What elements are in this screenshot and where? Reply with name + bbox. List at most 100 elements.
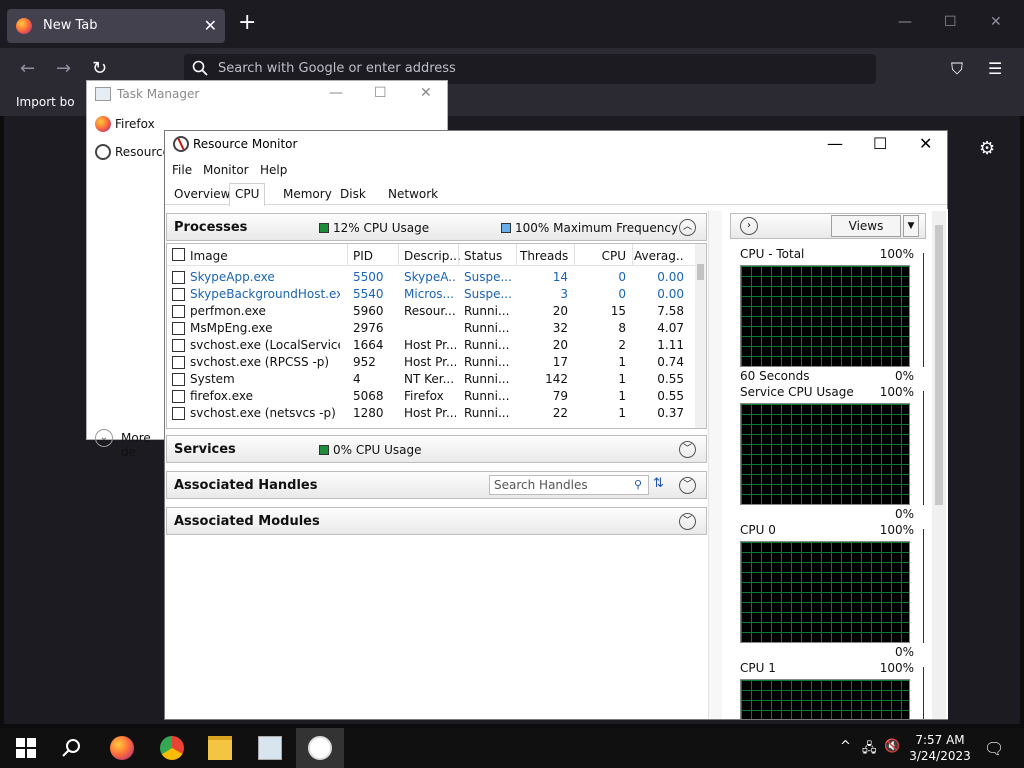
tab-close-icon[interactable]: ✕ — [204, 16, 217, 35]
system-clock[interactable]: 7:57 AM 3/24/2023 — [908, 732, 972, 764]
tm-minimize-button[interactable]: — — [329, 85, 343, 101]
row-checkbox[interactable] — [172, 356, 185, 369]
more-details-label: More de — [121, 431, 151, 459]
menu-help[interactable]: Help — [260, 163, 287, 177]
tab-network[interactable]: Network — [383, 187, 443, 205]
cell-cpu: 1 — [618, 406, 626, 420]
chevron-down-icon[interactable]: ﹀ — [679, 441, 696, 458]
col-average-cpu[interactable]: Averag... — [634, 249, 684, 263]
row-checkbox[interactable] — [172, 322, 185, 335]
table-row[interactable]: SkypeBackgroundHost.exe 5540 Micros... Susp… — [167, 286, 697, 303]
rm-minimize-button[interactable]: — — [827, 134, 843, 153]
menu-monitor[interactable]: Monitor — [203, 163, 249, 177]
cell-image: svchost.exe (LocalServiceNo... — [190, 338, 340, 352]
rm-maximize-button[interactable]: ☐ — [873, 134, 887, 153]
tab-memory[interactable]: Memory — [278, 187, 337, 205]
table-row[interactable]: svchost.exe (RPCSS -p) 952 Host Pr... Runni… — [167, 354, 697, 371]
modules-section-header[interactable]: Associated Modules ﹀ — [166, 507, 707, 535]
table-row[interactable]: System 4 NT Ker... Runni... 142 1 0.55 — [167, 371, 697, 388]
graph-axis — [918, 253, 924, 367]
tm-close-button[interactable]: ✕ — [420, 85, 432, 101]
row-checkbox[interactable] — [172, 288, 185, 301]
chrome-taskbar-icon[interactable] — [160, 736, 184, 760]
views-dropdown-icon[interactable]: ▼ — [903, 215, 919, 237]
row-checkbox[interactable] — [172, 339, 185, 352]
tm-maximize-button[interactable]: ☐ — [374, 85, 387, 101]
table-row[interactable]: perfmon.exe 5960 Resour... Runni... 20 15 7.58 — [167, 303, 697, 320]
network-icon[interactable]: 🖧 — [862, 739, 877, 761]
file-explorer-icon[interactable] — [208, 736, 232, 760]
views-button[interactable]: Views — [831, 215, 901, 237]
col-cpu[interactable]: CPU — [578, 249, 626, 263]
table-row[interactable]: SkypeApp.exe 5500 SkypeA... Suspe... 14 0 0.00 — [167, 269, 697, 286]
processes-table-header: Image PID Descrip... Status Threads CPU … — [167, 244, 697, 266]
row-checkbox[interactable] — [172, 373, 185, 386]
tab-new-tab[interactable]: New Tab ✕ — [7, 9, 225, 43]
processes-scrollbar-thumb[interactable] — [697, 264, 704, 280]
import-bookmarks-link[interactable]: Import bo — [16, 95, 75, 109]
close-button[interactable]: ✕ — [990, 14, 1002, 30]
table-row[interactable]: firefox.exe 5068 Firefox Runni... 79 1 0.55 — [167, 388, 697, 405]
chevron-up-icon[interactable]: ︿ — [679, 219, 696, 236]
back-icon[interactable]: ← — [20, 58, 35, 79]
new-tab-button[interactable]: + — [238, 12, 256, 34]
resource-monitor-taskbar-button[interactable] — [296, 728, 344, 768]
search-icon[interactable] — [60, 736, 84, 760]
col-image[interactable]: Image — [190, 249, 228, 263]
table-row[interactable]: MsMpEng.exe 2976 Runni... 32 8 4.07 — [167, 320, 697, 337]
select-all-checkbox[interactable] — [172, 248, 185, 261]
menu-icon[interactable]: ☰ — [988, 59, 1002, 78]
menu-file[interactable]: File — [172, 163, 192, 177]
col-status[interactable]: Status — [464, 249, 502, 263]
cell-avg: 1.11 — [657, 338, 684, 352]
refresh-icon[interactable]: ⇅ — [653, 476, 664, 491]
processes-section-header[interactable]: Processes 12% CPU Usage 100% Maximum Fre… — [166, 213, 707, 241]
row-checkbox[interactable] — [172, 271, 185, 284]
notifications-icon[interactable]: 🗨 — [984, 739, 1004, 758]
graph-pane-scrollbar[interactable] — [932, 211, 946, 719]
collapse-pane-icon[interactable]: › — [740, 217, 758, 235]
tab-disk[interactable]: Disk — [335, 187, 371, 205]
col-pid[interactable]: PID — [353, 249, 373, 263]
table-row[interactable]: svchost.exe (LocalServiceNo... 1664 Host P… — [167, 337, 697, 354]
minimize-button[interactable]: — — [898, 14, 912, 30]
reload-icon[interactable]: ↻ — [92, 58, 107, 79]
chevron-down-icon[interactable]: ﹀ — [679, 477, 696, 494]
taskbar: ^ 🖧 🔇 7:57 AM 3/24/2023 🗨 — [0, 728, 1024, 768]
cell-desc: NT Ker... — [404, 372, 455, 386]
services-section-header[interactable]: Services 0% CPU Usage ﹀ — [166, 435, 707, 463]
search-icon[interactable]: ⚲ — [634, 478, 642, 491]
row-checkbox[interactable] — [172, 305, 185, 318]
row-checkbox[interactable] — [172, 407, 185, 420]
cell-threads: 20 — [552, 338, 568, 352]
search-handles-input[interactable]: Search Handles ⚲ — [489, 475, 649, 495]
menu-bar: File Monitor Help — [165, 159, 947, 181]
col-description[interactable]: Descrip... — [404, 249, 461, 263]
windows-start-icon[interactable] — [14, 736, 38, 760]
handles-section-header[interactable]: Associated Handles Search Handles ⚲ ⇅ ﹀ — [166, 471, 707, 499]
maximize-button[interactable]: ☐ — [944, 14, 957, 30]
graph-pane-scrollbar-thumb[interactable] — [935, 225, 943, 505]
forward-icon[interactable]: → — [56, 58, 71, 79]
processes-scrollbar[interactable] — [695, 244, 706, 428]
cell-status: Runni... — [464, 321, 510, 335]
gear-icon[interactable]: ⚙ — [979, 138, 995, 159]
firefox-taskbar-icon[interactable] — [110, 736, 134, 760]
cell-desc: Host Pr... — [404, 338, 456, 352]
rm-close-button[interactable]: ✕ — [919, 134, 932, 153]
chevron-up-icon[interactable]: ^ — [840, 739, 851, 754]
task-manager-taskbar-icon[interactable] — [258, 736, 282, 760]
table-row[interactable]: svchost.exe (netsvcs -p) 1280 Host Pr... Ru… — [167, 405, 697, 422]
pocket-icon[interactable]: ⛉ — [951, 59, 963, 79]
chevron-down-icon[interactable]: ﹀ — [679, 513, 696, 530]
col-threads[interactable]: Threads — [520, 249, 568, 263]
volume-muted-icon[interactable]: 🔇 — [884, 739, 900, 754]
clock-time: 7:57 AM — [915, 733, 965, 747]
cell-pid: 5500 — [353, 270, 384, 284]
resource-monitor-title: Resource Monitor — [193, 137, 298, 151]
left-pane-scrollbar[interactable] — [708, 211, 722, 719]
tab-overview[interactable]: Overview — [169, 187, 236, 205]
graph-max: 100% — [879, 247, 914, 261]
tab-cpu[interactable]: CPU — [229, 183, 266, 206]
row-checkbox[interactable] — [172, 390, 185, 403]
